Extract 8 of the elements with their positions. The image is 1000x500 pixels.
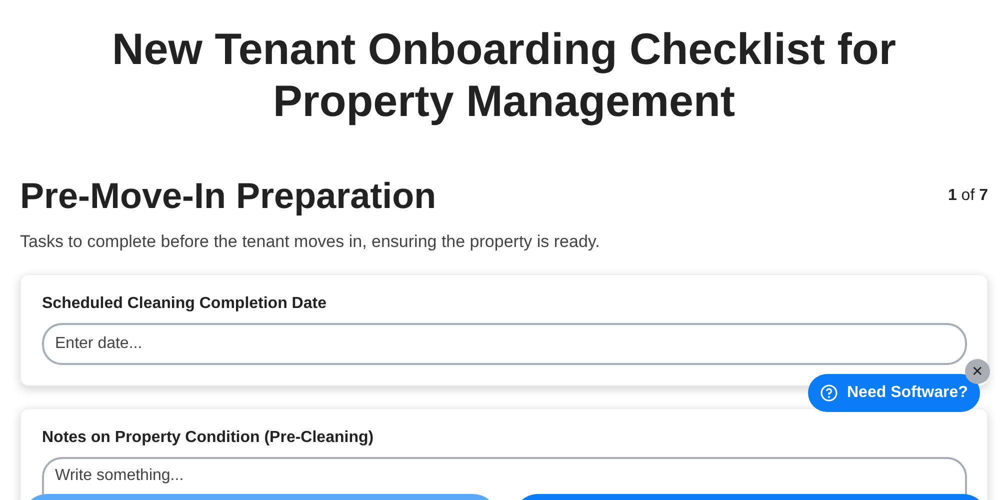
help-button[interactable]: Need Software?	[808, 374, 980, 412]
section-description: Tasks to complete before the tenant moves in, ensuring the property is ready.	[20, 232, 601, 252]
field-label: Scheduled Cleaning Completion Date	[42, 295, 328, 313]
section-heading: Pre-Move-In Preparation	[20, 174, 436, 218]
page-title: New Tenant Onboarding Checklist for Property Management	[111, 24, 897, 128]
step-counter: 1 of 7	[948, 187, 988, 205]
field-label: Notes on Property Condition (Pre-Cleaning)	[42, 429, 375, 447]
help-icon	[820, 384, 838, 402]
